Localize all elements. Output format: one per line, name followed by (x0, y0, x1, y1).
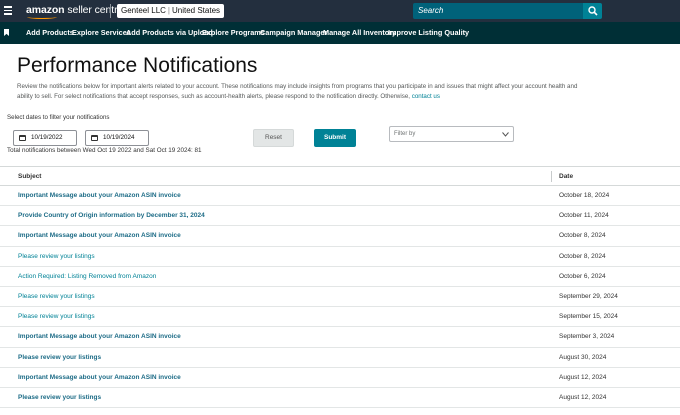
table-row[interactable]: Important Message about your Amazon ASIN… (0, 327, 680, 348)
chevron-down-icon (502, 132, 509, 137)
notification-subject-link[interactable]: Important Message about your Amazon ASIN… (18, 186, 181, 206)
notification-date: August 12, 2024 (559, 373, 607, 381)
notification-subject-link[interactable]: Please review your listings (18, 388, 101, 408)
account-name: Genteel LLC (121, 6, 166, 15)
logo-smile-icon (27, 15, 57, 19)
notification-date: October 6, 2024 (559, 272, 606, 280)
search-input[interactable]: Search (413, 3, 583, 19)
column-divider (551, 171, 552, 182)
table-row[interactable]: Please review your listings August 30, 20… (0, 348, 680, 368)
notification-subject-link[interactable]: Important Message about your Amazon ASIN… (18, 327, 181, 347)
filter-label: Select dates to filter your notification… (7, 114, 110, 121)
column-subject[interactable]: Subject (18, 167, 41, 186)
notification-subject-link[interactable]: Provide Country of Origin information by… (18, 206, 205, 226)
divider (110, 4, 111, 18)
nav-bar: Add Products Explore Services Add Produc… (0, 22, 680, 44)
notification-subject-link[interactable]: Action Required: Listing Removed from Am… (18, 267, 156, 287)
intro-text: Review the notifications below for impor… (17, 82, 587, 102)
submit-button[interactable]: Submit (314, 129, 356, 147)
page-title: Performance Notifications (17, 54, 258, 77)
nav-improve-listing[interactable]: Improve Listing Quality (388, 22, 469, 44)
total-notifications: Total notifications between Wed Oct 19 2… (7, 147, 202, 154)
bookmark-icon[interactable] (4, 29, 9, 36)
intro-body: Review the notifications below for impor… (17, 83, 578, 100)
search-button[interactable] (583, 3, 602, 19)
filter-by-placeholder: Filter by (394, 131, 416, 137)
top-bar: amazon seller central Genteel LLC | United… (0, 0, 680, 22)
column-date[interactable]: Date (559, 167, 573, 186)
table-row[interactable]: Important Message about your Amazon ASIN… (0, 226, 680, 247)
table-row[interactable]: Important Message about your Amazon ASIN… (0, 368, 680, 388)
table-row[interactable]: Please review your listings October 8, 20… (0, 247, 680, 267)
notification-date: October 11, 2024 (559, 212, 609, 220)
table-row[interactable]: Action Required: Listing Removed from Am… (0, 267, 680, 287)
table-header: Subject Date (0, 166, 680, 186)
notification-subject-link[interactable]: Important Message about your Amazon ASIN… (18, 368, 181, 388)
nav-explore-programs[interactable]: Explore Programs (202, 22, 265, 44)
end-date-value: 10/19/2024 (103, 134, 135, 141)
notification-date: September 29, 2024 (559, 292, 618, 300)
notification-subject-link[interactable]: Please review your listings (18, 348, 101, 368)
nav-campaign-manager[interactable]: Campaign Manager (260, 22, 327, 44)
notification-date: September 15, 2024 (559, 313, 618, 321)
contact-us-link[interactable]: contact us (412, 93, 440, 100)
nav-manage-inventory[interactable]: Manage All Inventory (323, 22, 396, 44)
end-date-field[interactable]: 10/19/2024 (85, 130, 149, 146)
table-row[interactable]: Provide Country of Origin information by… (0, 206, 680, 227)
notification-subject-link[interactable]: Important Message about your Amazon ASIN… (18, 226, 181, 246)
account-region: United States (172, 6, 221, 15)
table-row[interactable]: Please review your listings September 29,… (0, 287, 680, 308)
notification-subject-link[interactable]: Please review your listings (18, 287, 95, 307)
table-row[interactable]: Important Message about your Amazon ASIN… (0, 186, 680, 207)
calendar-icon (91, 135, 98, 141)
notification-date: August 30, 2024 (559, 353, 607, 361)
nav-explore-services[interactable]: Explore Services (72, 22, 131, 44)
notifications-table: Subject Date Important Message about you… (0, 166, 680, 409)
search-icon (588, 6, 598, 16)
hamburger-icon[interactable] (4, 6, 12, 15)
table-row[interactable]: Please review your listings August 12, 20… (0, 388, 680, 409)
table-body: Important Message about your Amazon ASIN… (0, 186, 680, 409)
nav-add-products-upload[interactable]: Add Products via Upload (126, 22, 213, 44)
calendar-icon (19, 135, 26, 141)
reset-button[interactable]: Reset (253, 129, 294, 147)
start-date-value: 10/19/2022 (31, 134, 63, 141)
filter-by-select[interactable]: Filter by (389, 126, 514, 142)
table-row[interactable]: Please review your listings September 15,… (0, 307, 680, 328)
nav-add-products[interactable]: Add Products (26, 22, 74, 44)
notification-date: August 12, 2024 (559, 393, 607, 401)
notification-subject-link[interactable]: Please review your listings (18, 307, 95, 327)
notification-date: October 8, 2024 (559, 252, 606, 260)
start-date-field[interactable]: 10/19/2022 (13, 130, 77, 146)
notification-date: September 3, 2024 (559, 333, 615, 341)
account-switcher[interactable]: Genteel LLC | United States (117, 4, 225, 18)
notification-date: October 18, 2024 (559, 192, 610, 199)
notification-subject-link[interactable]: Please review your listings (18, 247, 95, 267)
notification-date: October 8, 2024 (559, 232, 606, 240)
